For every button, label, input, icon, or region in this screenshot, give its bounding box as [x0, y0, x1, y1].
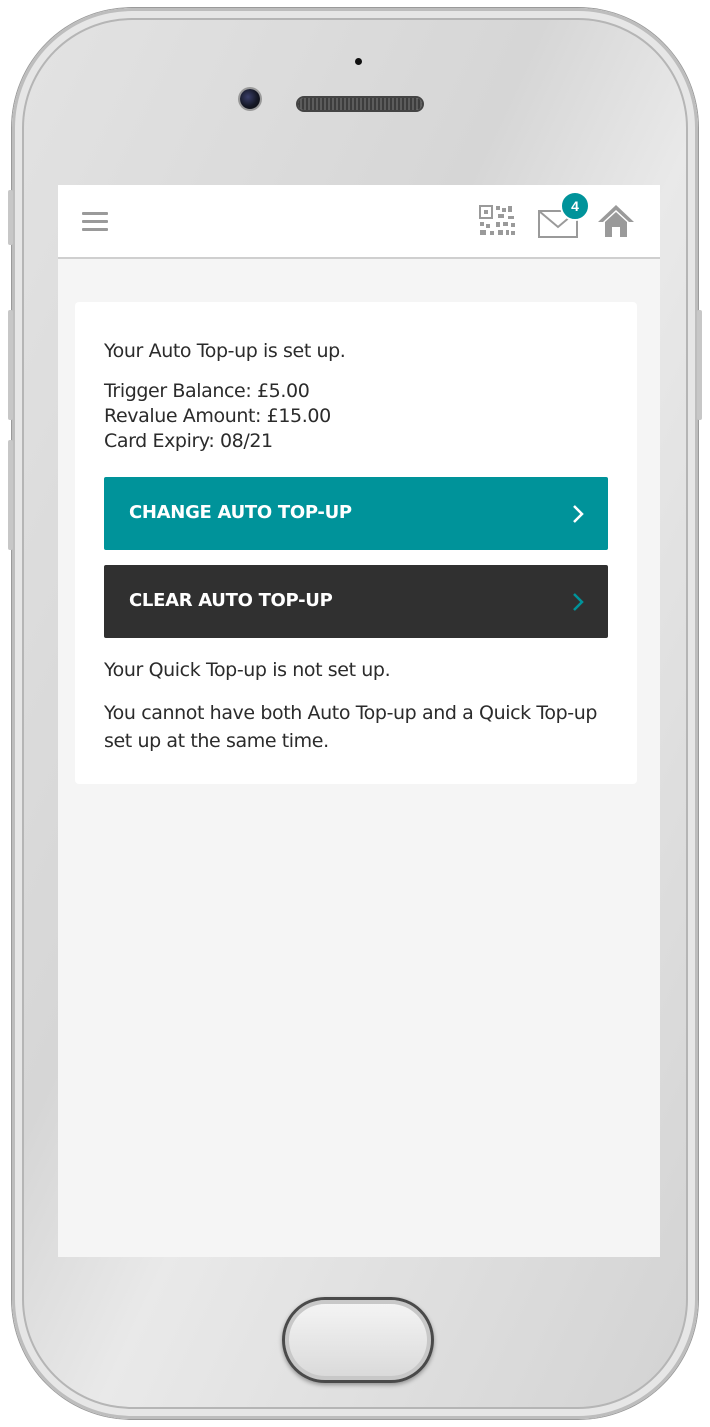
- clear-auto-topup-label: CLEAR AUTO TOP-UP: [129, 590, 333, 611]
- home-icon[interactable]: [596, 201, 636, 241]
- auto-topup-status: Your Auto Top-up is set up.: [104, 340, 346, 362]
- trigger-balance: Trigger Balance: £5.00: [104, 380, 310, 402]
- volume-up-button: [8, 310, 13, 420]
- auto-topup-card: Your Auto Top-up is set up. Trigger Bala…: [75, 302, 637, 784]
- quick-topup-status: Your Quick Top-up is not set up.: [104, 659, 391, 681]
- card-expiry: Card Expiry: 08/21: [104, 430, 273, 452]
- change-auto-topup-button[interactable]: CHANGE AUTO TOP-UP: [104, 477, 608, 550]
- app-screen: 4 Your Auto Top-up is set up. Trigger Ba…: [58, 185, 660, 1257]
- top-bar: 4: [58, 185, 660, 259]
- revalue-amount: Revalue Amount: £15.00: [104, 405, 331, 427]
- chevron-right-icon: [573, 593, 584, 611]
- side-button: [8, 190, 13, 245]
- earpiece-speaker: [298, 98, 422, 110]
- volume-down-button: [8, 440, 13, 550]
- qr-code-icon[interactable]: [478, 204, 518, 238]
- topup-note: You cannot have both Auto Top-up and a Q…: [104, 702, 598, 752]
- change-auto-topup-label: CHANGE AUTO TOP-UP: [129, 502, 352, 523]
- notification-badge: 4: [560, 191, 590, 221]
- chevron-right-icon: [573, 505, 584, 523]
- menu-icon[interactable]: [82, 212, 108, 232]
- front-camera: [240, 89, 260, 109]
- clear-auto-topup-button[interactable]: CLEAR AUTO TOP-UP: [104, 565, 608, 638]
- power-button: [697, 310, 702, 420]
- sensor-dot: [355, 58, 362, 65]
- phone-home-button[interactable]: [282, 1297, 434, 1383]
